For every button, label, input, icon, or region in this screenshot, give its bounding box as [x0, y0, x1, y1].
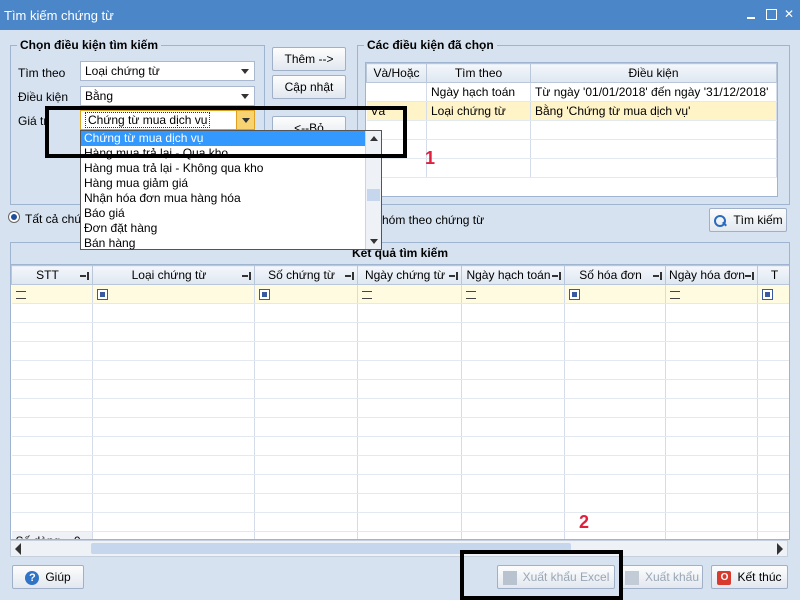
annotation-box-1: [45, 106, 407, 158]
equals-icon: [362, 290, 372, 299]
find-by-select[interactable]: Loại chứng từ: [80, 61, 255, 81]
row-count: Số dòng = 0: [11, 531, 93, 539]
results-table: STT Loại chứng từ Số chứng từ Ngày chứng…: [10, 264, 790, 540]
equals-icon: [466, 290, 476, 299]
dropdown-option[interactable]: Hàng mua giảm giá: [81, 176, 381, 191]
column-header-posting-date[interactable]: Ngày hạch toán: [461, 265, 565, 285]
dropdown-option[interactable]: Đơn đặt hàng: [81, 221, 381, 236]
search-icon: [713, 214, 727, 228]
dropdown-option[interactable]: Hàng mua trả lại - Không qua kho: [81, 161, 381, 176]
condition-select[interactable]: Bằng: [80, 86, 255, 106]
pin-icon[interactable]: [242, 272, 251, 280]
pin-icon[interactable]: [80, 272, 89, 280]
annotation-box-2: [460, 550, 623, 600]
column-header-stt[interactable]: STT: [11, 265, 93, 285]
column-header-and-or[interactable]: Và/Hoặc: [366, 63, 427, 83]
chevron-down-icon[interactable]: [236, 62, 254, 80]
column-header-condition[interactable]: Điều kiện: [530, 63, 777, 83]
scroll-right-icon[interactable]: [777, 543, 783, 555]
export-icon: [624, 570, 639, 585]
row-count-row: Số dòng = 0: [11, 531, 789, 539]
update-condition-button[interactable]: Cập nhật: [272, 75, 346, 99]
annotation-number-1: 1: [425, 148, 436, 168]
filter-icon: [259, 289, 270, 301]
pin-icon[interactable]: [653, 272, 662, 280]
scroll-left-icon[interactable]: [15, 543, 21, 555]
scroll-down-icon[interactable]: [366, 233, 381, 249]
search-button[interactable]: Tìm kiếm: [709, 208, 787, 232]
equals-icon: [15, 290, 26, 299]
selected-conditions-table: Và/Hoặc Tìm theo Điều kiện Ngày hạch toá…: [365, 62, 778, 197]
window-title: Tìm kiếm chứng từ: [4, 8, 114, 23]
find-by-value: Loại chứng từ: [85, 64, 160, 78]
selected-conditions-title: Các điều kiện đã chọn: [364, 38, 497, 52]
annotation-number-2: 2: [579, 512, 590, 532]
condition-value: Bằng: [85, 89, 114, 103]
title-bar: Tìm kiếm chứng từ ✕: [0, 0, 800, 30]
maximize-icon[interactable]: [764, 7, 778, 21]
close-button[interactable]: O Kết thúc: [711, 565, 788, 589]
table-row[interactable]: Ngày hạch toán Từ ngày '01/01/2018' đến …: [366, 82, 777, 102]
dropdown-option[interactable]: Nhận hóa đơn mua hàng hóa: [81, 191, 381, 206]
filter-icon: [569, 289, 580, 301]
stop-icon: O: [717, 570, 732, 585]
search-label: Tìm kiếm: [733, 213, 783, 227]
export-label: Xuất khẩu: [644, 570, 700, 584]
horizontal-scrollbar[interactable]: [10, 540, 788, 557]
equals-icon: [670, 290, 680, 299]
group-by-document-label: hóm theo chứng từ: [382, 213, 485, 227]
condition-label: Điều kiện: [18, 90, 69, 104]
column-header-document-number[interactable]: Số chứng từ: [254, 265, 358, 285]
close-label: Kết thúc: [737, 570, 782, 584]
find-by-label: Tìm theo: [18, 66, 66, 80]
pin-icon[interactable]: [552, 272, 561, 280]
column-header-invoice-date[interactable]: Ngày hóa đơn: [665, 265, 758, 285]
dropdown-option[interactable]: Báo giá: [81, 206, 381, 221]
criteria-title: Chọn điều kiện tìm kiếm: [17, 38, 162, 52]
filter-icon: [97, 289, 108, 301]
all-documents-radio[interactable]: [8, 211, 20, 223]
column-header-invoice-number[interactable]: Số hóa đơn: [564, 265, 666, 285]
dropdown-option[interactable]: Bán hàng: [81, 236, 381, 251]
column-header-truncated[interactable]: T: [757, 265, 789, 285]
column-header-document-date[interactable]: Ngày chứng từ: [357, 265, 462, 285]
pin-icon[interactable]: [345, 272, 354, 280]
filter-icon: [762, 289, 773, 301]
dropdown-scroll-thumb[interactable]: [367, 189, 380, 201]
help-button[interactable]: ? Giúp: [12, 565, 84, 589]
chevron-down-icon[interactable]: [236, 87, 254, 105]
help-label: Giúp: [45, 570, 71, 584]
column-header-find-by[interactable]: Tìm theo: [426, 63, 531, 83]
minimize-icon[interactable]: [744, 7, 758, 21]
filter-row: [11, 284, 789, 304]
column-header-document-type[interactable]: Loại chứng từ: [92, 265, 255, 285]
export-button[interactable]: Xuất khẩu: [621, 565, 703, 589]
pin-icon[interactable]: [745, 272, 754, 280]
pin-icon[interactable]: [449, 272, 458, 280]
add-condition-button[interactable]: Thêm -->: [272, 47, 346, 71]
value-label: Giá trị: [18, 114, 48, 128]
table-row[interactable]: Và Loại chứng từ Bằng 'Chứng từ mua dịch…: [366, 101, 777, 121]
close-icon[interactable]: ✕: [782, 7, 796, 21]
help-icon: ?: [25, 570, 40, 585]
